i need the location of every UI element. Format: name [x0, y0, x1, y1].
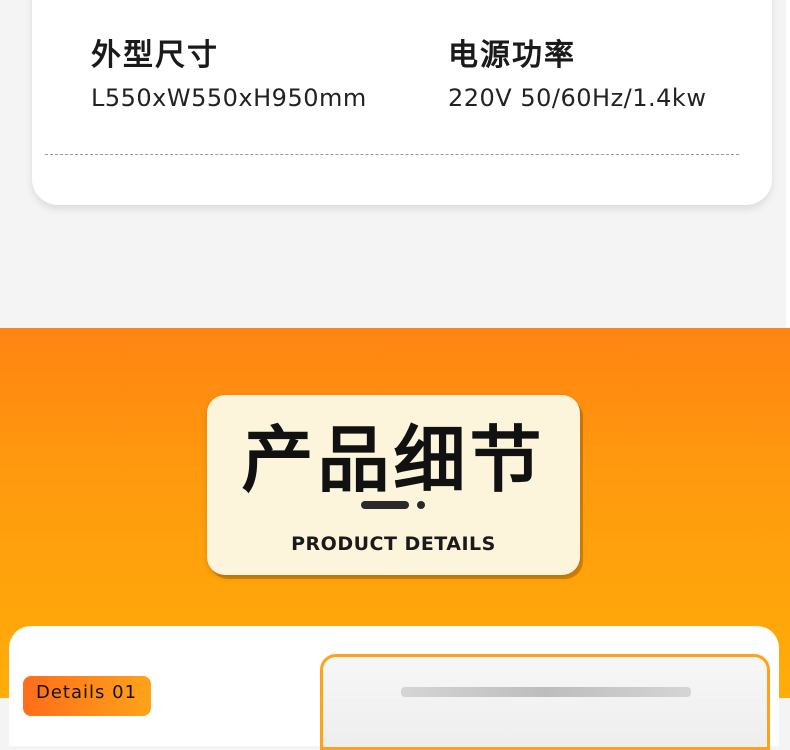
section-title-card: 产品细节 PRODUCT DETAILS — [207, 395, 580, 575]
spec-divider — [45, 154, 739, 155]
spec-power-label: 电源功率 — [448, 38, 576, 73]
product-photo — [320, 654, 770, 750]
spec-size-label: 外型尺寸 — [91, 38, 219, 73]
details-card: Details 01 — [9, 626, 779, 750]
spec-size-value: L550xW550xH950mm — [91, 84, 367, 112]
spec-power-value: 220V 50/60Hz/1.4kw — [448, 84, 707, 112]
product-details-section: 产品细节 PRODUCT DETAILS Details 01 — [0, 328, 790, 750]
product-photo-edge — [401, 687, 691, 697]
details-badge-label: Details 01 — [36, 682, 138, 703]
spec-card: 外型尺寸 L550xW550xH950mm 电源功率 220V 50/60Hz/… — [32, 0, 772, 205]
spec-power: 电源功率 220V 50/60Hz/1.4kw — [448, 38, 706, 113]
title-underline-dot — [417, 501, 425, 509]
title-underline-bar — [361, 501, 409, 509]
section-title-en: PRODUCT DETAILS — [291, 533, 496, 555]
section-edge — [786, 0, 790, 328]
details-badge: Details 01 — [23, 676, 151, 716]
section-title-cn: 产品细节 — [241, 418, 546, 502]
spec-section: 外型尺寸 L550xW550xH950mm 电源功率 220V 50/60Hz/… — [0, 0, 790, 328]
spec-size: 外型尺寸 L550xW550xH950mm — [91, 38, 367, 113]
